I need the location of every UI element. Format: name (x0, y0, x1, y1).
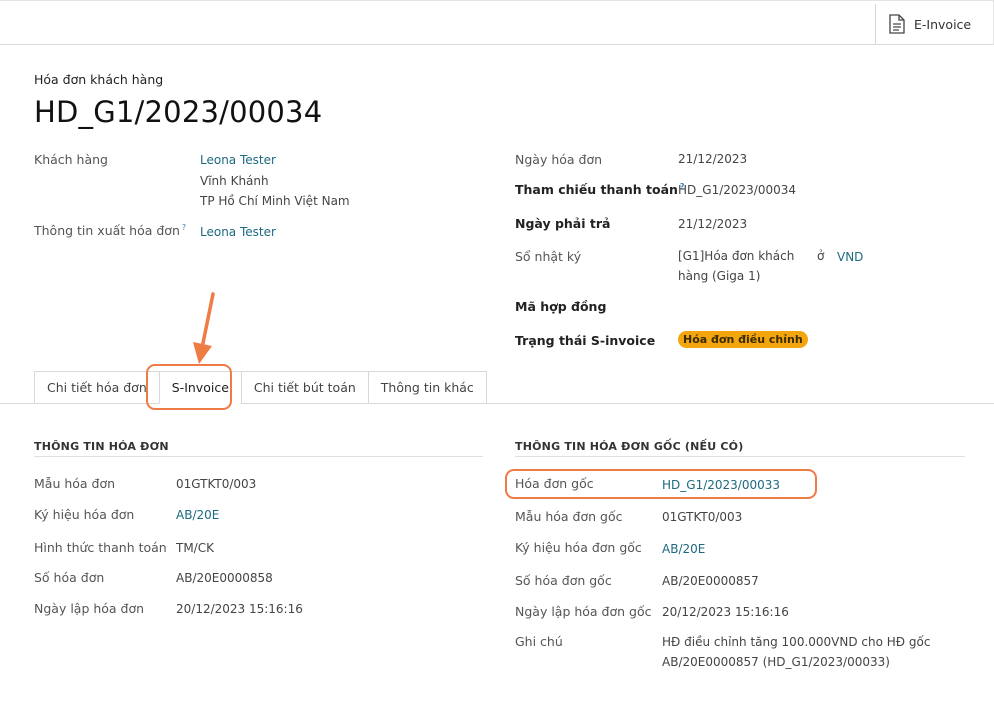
document-type: Hóa đơn khách hàng (34, 72, 164, 87)
billing-info-link[interactable]: Leona Tester (200, 222, 276, 242)
original-template-value: 01GTKT0/003 (662, 510, 743, 524)
original-number-label: Số hóa đơn gốc (515, 573, 612, 588)
billing-info-label: Thông tin xuất hóa đơn? (34, 223, 186, 238)
tab-highlight-box (146, 364, 232, 410)
customer-label: Khách hàng (34, 152, 108, 167)
document-name: HD_G1/2023/00034 (34, 95, 323, 129)
original-symbol-label: Ký hiệu hóa đơn gốc (515, 540, 642, 555)
note-label: Ghi chú (515, 634, 563, 649)
sinvoice-status-badge: Hóa đơn điều chỉnh (678, 331, 808, 348)
currency-link[interactable]: VND (837, 247, 863, 267)
contract-label: Mã hợp đồng (515, 299, 607, 314)
original-symbol-link[interactable]: AB/20E (662, 539, 705, 559)
section-divider (34, 456, 483, 457)
created-date-label: Ngày lập hóa đơn (34, 601, 145, 616)
tab-other-info[interactable]: Thông tin khác (367, 371, 487, 404)
template-label: Mẫu hóa đơn (34, 476, 116, 491)
currency-in-text: ở (817, 249, 825, 263)
customer-address-2: TP Hồ Chí Minh Việt Nam (200, 194, 350, 208)
original-info-title: THÔNG TIN HÓA ĐƠN GỐC (NẾU CÓ) (515, 440, 744, 453)
invoice-date-value[interactable]: 21/12/2023 (678, 149, 747, 169)
original-number-value: AB/20E0000857 (662, 574, 759, 588)
original-invoice-highlight-box (505, 469, 817, 499)
einvoice-label: E-Invoice (914, 16, 972, 32)
due-date-value[interactable]: 21/12/2023 (678, 214, 747, 234)
payment-method-value: TM/CK (176, 541, 214, 555)
help-icon[interactable]: ? (182, 223, 186, 232)
journal-value-1[interactable]: [G1]Hóa đơn khách (678, 246, 794, 266)
arrow-down-icon (193, 292, 215, 364)
original-created-label: Ngày lập hóa đơn gốc (515, 604, 652, 619)
customer-link[interactable]: Leona Tester (200, 150, 276, 170)
billing-info-label-text: Thông tin xuất hóa đơn (34, 223, 180, 239)
section-divider (515, 456, 965, 457)
symbol-label: Ký hiệu hóa đơn (34, 507, 135, 522)
customer-address-1: Vĩnh Khánh (200, 174, 269, 188)
payment-ref-value[interactable]: HD_G1/2023/00034 (678, 180, 796, 200)
journal-value-2: hàng (Giga 1) (678, 269, 761, 283)
template-value: 01GTKT0/003 (176, 477, 257, 491)
note-value-1: HĐ điều chỉnh tăng 100.000VND cho HĐ gốc (662, 635, 931, 649)
control-panel: E-Invoice (0, 0, 994, 45)
journal-label: Sổ nhật ký (515, 249, 582, 264)
payment-ref-label-text: Tham chiếu thanh toán (515, 182, 678, 198)
note-value-2: AB/20E0000857 (HD_G1/2023/00033) (662, 655, 890, 669)
einvoice-button[interactable]: E-Invoice (875, 4, 993, 44)
invoice-number-label: Số hóa đơn (34, 570, 105, 585)
invoice-info-title: THÔNG TIN HÓA ĐƠN (34, 440, 169, 453)
due-date-label: Ngày phải trả (515, 216, 611, 231)
notebook-tabs: Chi tiết hóa đơn S-Invoice Chi tiết bút … (34, 371, 487, 404)
created-date-value: 20/12/2023 15:16:16 (176, 602, 303, 616)
symbol-link[interactable]: AB/20E (176, 505, 219, 525)
tab-invoice-lines[interactable]: Chi tiết hóa đơn (34, 371, 159, 404)
original-created-value: 20/12/2023 15:16:16 (662, 605, 789, 619)
document-icon (889, 14, 905, 34)
invoice-number-value: AB/20E0000858 (176, 571, 273, 585)
invoice-date-label: Ngày hóa đơn (515, 152, 603, 167)
tab-journal-items[interactable]: Chi tiết bút toán (240, 371, 368, 404)
sinvoice-status-label: Trạng thái S-invoice (515, 333, 656, 348)
payment-ref-label: Tham chiếu thanh toán? (515, 182, 685, 197)
original-template-label: Mẫu hóa đơn gốc (515, 509, 623, 524)
payment-method-label: Hình thức thanh toán (34, 540, 167, 555)
